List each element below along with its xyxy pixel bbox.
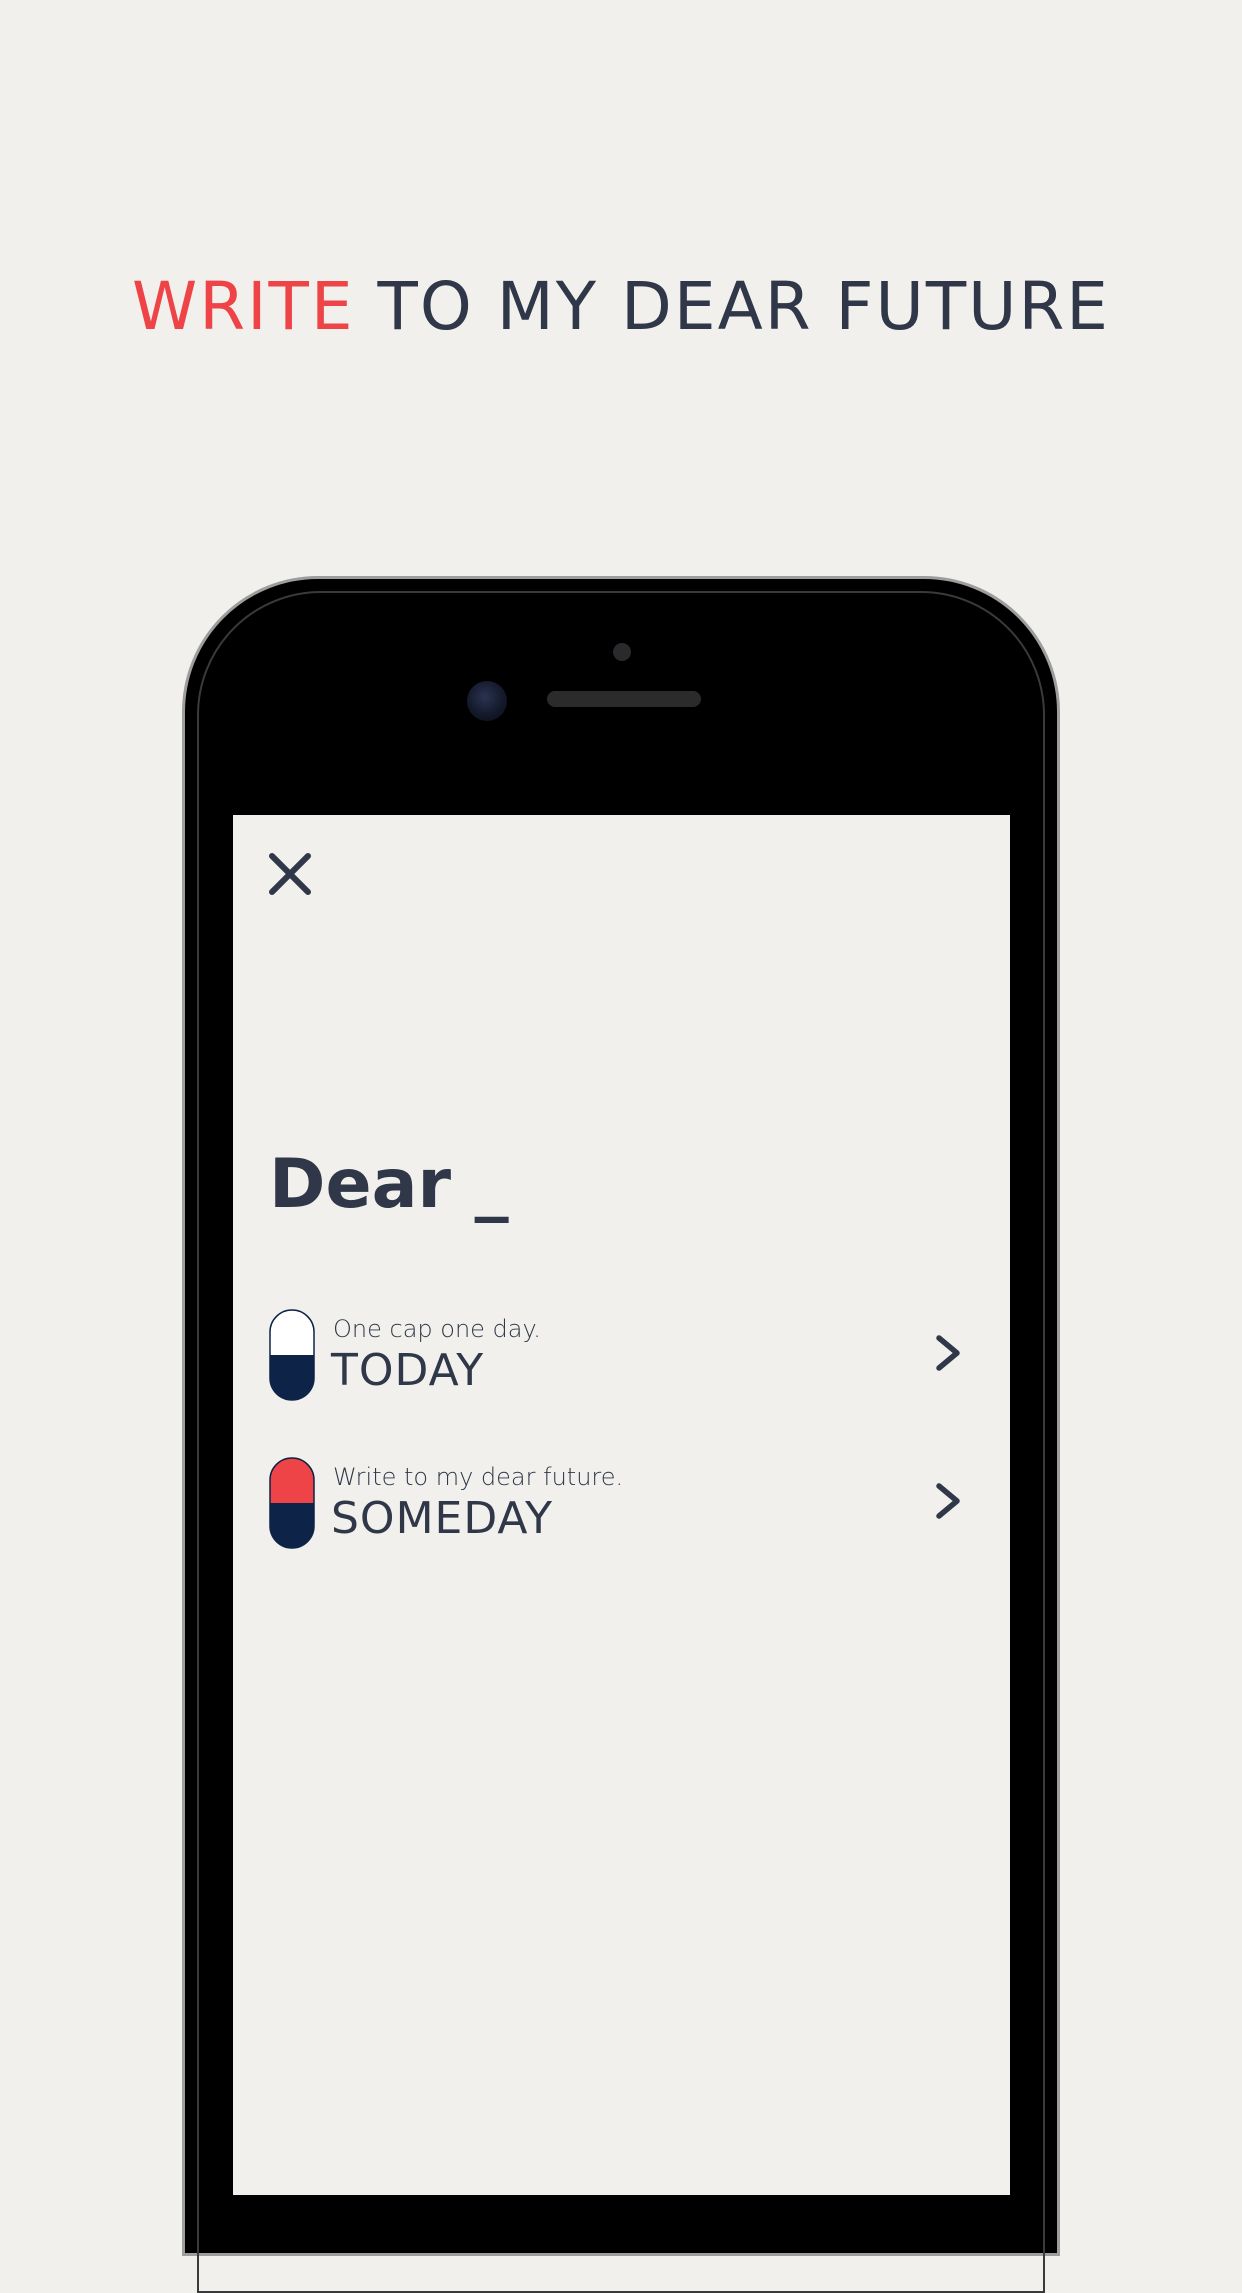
earpiece-speaker: [547, 691, 701, 707]
option-label: TODAY: [331, 1345, 485, 1396]
option-subtitle: Write to my dear future.: [333, 1463, 624, 1491]
capsule-icon: [269, 1309, 315, 1401]
close-icon: [269, 853, 311, 895]
option-today[interactable]: One cap one day. TODAY: [269, 1309, 973, 1403]
chevron-right-icon: [936, 1483, 960, 1519]
promo-headline: WRITE TO MY DEAR FUTURE: [0, 262, 1242, 352]
close-button[interactable]: [267, 851, 313, 897]
option-label: SOMEDAY: [331, 1493, 553, 1544]
headline-rest: TO MY DEAR FUTURE: [354, 268, 1111, 345]
option-someday[interactable]: Write to my dear future. SOMEDAY: [269, 1457, 973, 1551]
option-subtitle: One cap one day.: [333, 1315, 541, 1343]
front-camera-icon: [467, 681, 507, 721]
chevron-right-icon: [936, 1335, 960, 1371]
capsule-icon: [269, 1457, 315, 1549]
page-title: Dear _: [269, 1145, 509, 1224]
headline-accent-word: WRITE: [131, 268, 355, 345]
app-screen: Dear _ One cap one day. TODAY Write to m…: [233, 815, 1010, 2195]
proximity-sensor: [613, 643, 631, 661]
